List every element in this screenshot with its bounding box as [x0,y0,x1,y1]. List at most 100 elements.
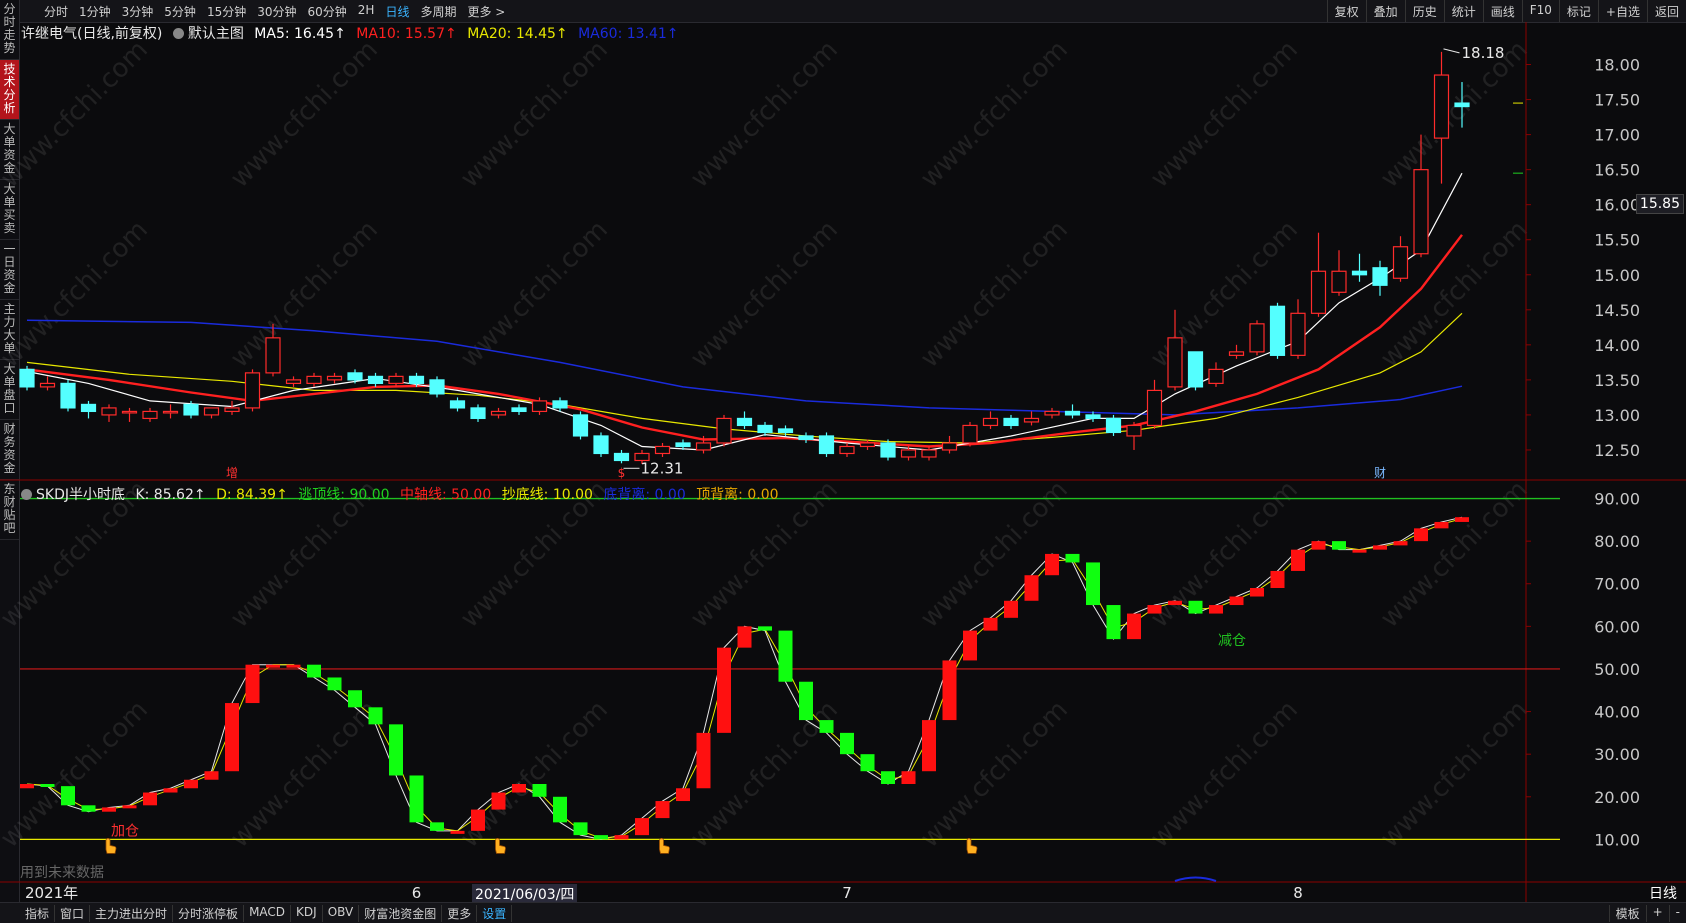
k-bar-up [1311,541,1326,550]
k-bar-up [655,801,670,819]
watermark-text: www.cfchi.com [685,215,844,374]
k-bar-up [491,792,506,810]
indicator-tab[interactable]: 更多 [442,905,478,922]
candle-up [531,400,548,413]
candle-down [593,435,609,455]
price-tick-label: 17.00 [1594,126,1640,145]
indicator-tab[interactable]: KDJ [291,905,323,922]
candle-up [1044,410,1060,416]
k-bar-down [368,707,383,725]
indicator-tab[interactable]: 窗口 [55,905,91,922]
sub-tick-label: 30.00 [1594,745,1640,764]
indicator-tab[interactable]: OBV [323,905,360,922]
watermark-text: www.cfchi.com [225,695,384,854]
watermark-text: www.cfchi.com [455,35,614,194]
gear-icon[interactable] [21,489,32,500]
watermark-text: www.cfchi.com [0,215,154,374]
k-bar-down [594,835,608,840]
candle-up [1228,351,1245,356]
watermark-text: www.cfchi.com [225,35,384,194]
watermark-text: www.cfchi.com [225,215,384,374]
template-button[interactable]: + [1645,905,1669,922]
candle-up [142,410,158,420]
watermark-text: www.cfchi.com [915,35,1074,194]
current-price-box: 15.85 [1635,194,1684,214]
gear-icon[interactable] [172,28,184,39]
candle-up [1310,270,1327,314]
k-bar-up [1270,570,1285,588]
indicator-tab[interactable]: 分时涨停板 [173,905,245,922]
template-button[interactable]: - [1668,905,1686,922]
candle-up [224,407,240,413]
watermark-text: www.cfchi.com [685,35,844,194]
price-tick-label: 13.00 [1594,406,1640,425]
watermark-text: www.cfchi.com [1375,695,1534,854]
high-pointer [1443,48,1460,54]
candle-down [1372,267,1388,286]
sub-tick-label: 90.00 [1594,490,1640,509]
hand-pointer-icon [105,838,117,854]
k-bar-down [532,784,547,797]
k-bar-up [1168,600,1182,606]
k-bar-up [102,807,116,812]
k-bar-down [553,796,567,823]
watermark-text: www.cfchi.com [915,695,1074,854]
divergence-bump [1174,876,1217,882]
k-bar-up [204,771,219,780]
stock-title: 许继电气(日线,前复权) [21,26,163,42]
template-button[interactable]: 模板 [1608,905,1646,922]
k-bar-down [881,771,895,784]
k-bar-up [1127,613,1141,640]
indicator-tab[interactable]: 设置 [477,905,513,922]
candle-down [1003,417,1019,427]
k-bar-up [245,664,260,704]
k-bar-up [1147,605,1162,614]
ma60-value: MA60: 13.41↑ [578,26,679,42]
price-tick-label: 17.50 [1594,91,1640,110]
sub-indicator-label[interactable]: SKDJ半小时底 [21,487,125,503]
period-label[interactable]: 日线 [1640,883,1686,903]
candle-up [1433,74,1450,139]
event-mark-zeng: 增 [226,466,238,480]
k-bar-up [471,809,485,831]
indicator-tab[interactable]: MACD [244,905,292,922]
k-bar-up [1352,549,1367,553]
k-bar-up [696,732,711,789]
k-bar-up [1455,517,1469,522]
indicator-tab[interactable]: 指标 [20,905,56,922]
reduce-position-label: 减仓 [1218,633,1246,649]
event-mark-finance: 财 [1374,466,1386,480]
sub-tick-label: 70.00 [1594,575,1640,594]
watermark-text: www.cfchi.com [455,215,614,374]
sub-legend: SKDJ半小时底 K: 85.62↑ D: 84.39↑ 逃顶线: 90.00 … [21,484,785,504]
candle-down [613,452,630,462]
candle-down [449,400,466,409]
k-bar-up [963,630,977,661]
top-line-value: 逃顶线: 90.00 [298,487,390,503]
k-bar-down [327,677,342,691]
future-data-label: 用到未来数据 [20,865,104,881]
k-bar-down [40,784,55,787]
candle-up [1208,368,1224,384]
candle-up [326,375,343,381]
candle-down [757,424,773,434]
hand-pointer-icon [659,838,670,854]
watermark-text: www.cfchi.com [1145,695,1304,854]
k-bar-down [1086,562,1100,606]
low-price-label: 12.31 [641,459,684,477]
indicator-tab[interactable]: 主力进出分时 [90,905,174,922]
sub-tick-label: 20.00 [1594,788,1640,807]
hand-pointer-icon [495,838,506,854]
time-label-year: 2021年 [25,884,78,902]
indicator-tab[interactable]: 财富池资金图 [359,905,443,922]
candle-up [716,417,732,444]
k-bar-down [430,822,444,831]
k-bar-down [840,732,854,755]
candle-down [1454,102,1470,108]
main-indicator-label[interactable]: 默认主图 [172,26,244,42]
k-bar-up [143,792,157,806]
candle-up [203,407,220,416]
candle-up [1413,169,1429,255]
template-buttons: 模板 + - [1608,905,1686,922]
time-label-june: 6 [412,884,422,902]
